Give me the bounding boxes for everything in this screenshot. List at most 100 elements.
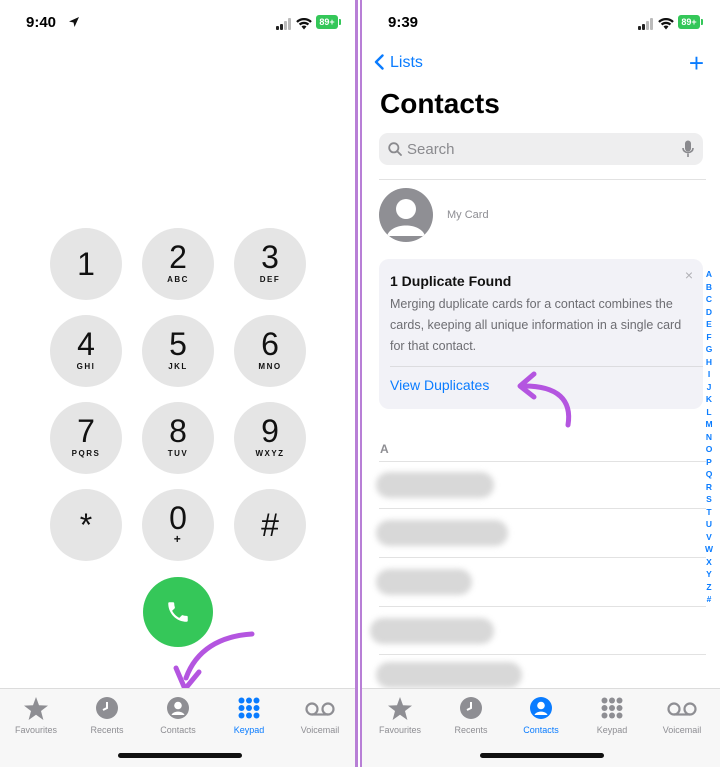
- index-letter[interactable]: U: [703, 518, 715, 531]
- index-letter[interactable]: A: [703, 268, 715, 281]
- tab-voicemail[interactable]: Voicemail: [647, 695, 717, 735]
- tab-recents[interactable]: Recents: [72, 695, 142, 735]
- location-arrow-icon: [69, 17, 79, 27]
- section-header-a: A: [380, 442, 389, 456]
- key-2[interactable]: 2 ABC: [142, 228, 214, 300]
- microphone-icon[interactable]: [682, 140, 694, 158]
- key-8[interactable]: 8 TUV: [142, 402, 214, 474]
- index-letter[interactable]: V: [703, 531, 715, 544]
- tab-favourites[interactable]: Favourites: [365, 695, 435, 735]
- tab-recents[interactable]: Recents: [436, 695, 506, 735]
- key-star[interactable]: *: [50, 489, 122, 561]
- search-icon: [388, 142, 402, 156]
- tab-bar: Favourites Recents Contacts Keypad Voice…: [362, 688, 720, 767]
- index-letter[interactable]: D: [703, 306, 715, 319]
- status-time: 9:39: [388, 14, 419, 31]
- contact-row-blurred[interactable]: [376, 472, 494, 498]
- index-letter[interactable]: K: [703, 393, 715, 406]
- back-button[interactable]: Lists: [374, 54, 423, 72]
- key-4[interactable]: 4 GHI: [50, 315, 122, 387]
- back-label: Lists: [390, 54, 423, 71]
- tab-keypad[interactable]: Keypad: [577, 695, 647, 735]
- index-letter[interactable]: I: [703, 368, 715, 381]
- key-7[interactable]: 7 PQRS: [50, 402, 122, 474]
- clock-icon: [96, 697, 118, 719]
- annotation-arrow: [173, 631, 255, 692]
- chevron-left-icon: [374, 54, 384, 70]
- contact-row-blurred[interactable]: [376, 662, 522, 688]
- key-5[interactable]: 5 JKL: [142, 315, 214, 387]
- wifi-icon: [658, 18, 674, 30]
- index-letter[interactable]: L: [703, 406, 715, 419]
- index-letter[interactable]: #: [703, 593, 715, 606]
- tab-voicemail[interactable]: Voicemail: [285, 695, 355, 735]
- index-letter[interactable]: P: [703, 456, 715, 469]
- index-letter[interactable]: X: [703, 556, 715, 569]
- status-time: 9:40: [26, 14, 57, 31]
- index-letter[interactable]: G: [703, 343, 715, 356]
- status-bar: 9:39 89+: [362, 14, 720, 34]
- tab-contacts[interactable]: Contacts: [143, 695, 213, 735]
- search-placeholder: Search: [407, 141, 455, 158]
- person-silhouette-icon: [387, 199, 425, 236]
- index-letter[interactable]: E: [703, 318, 715, 331]
- index-letter[interactable]: J: [703, 381, 715, 394]
- index-letter[interactable]: Y: [703, 568, 715, 581]
- index-letter[interactable]: M: [703, 418, 715, 431]
- view-duplicates-link[interactable]: View Duplicates: [390, 377, 489, 393]
- voicemail-icon: [667, 702, 697, 716]
- star-icon: [388, 697, 412, 720]
- person-circle-icon: [530, 697, 552, 719]
- avatar[interactable]: [379, 188, 433, 242]
- annotation-arrow: [517, 371, 572, 428]
- key-9[interactable]: 9 WXYZ: [234, 402, 306, 474]
- keypad-grid-icon: [238, 697, 260, 719]
- index-letter[interactable]: C: [703, 293, 715, 306]
- clock-icon: [460, 697, 482, 719]
- voicemail-icon: [305, 702, 335, 716]
- divider: [379, 606, 706, 607]
- close-icon[interactable]: ×: [685, 267, 693, 283]
- duplicate-title: 1 Duplicate Found: [390, 273, 512, 289]
- my-card-label[interactable]: My Card: [447, 209, 489, 221]
- index-letter[interactable]: S: [703, 493, 715, 506]
- index-letter[interactable]: Z: [703, 581, 715, 594]
- keypad-screen: 9:40 89+ 1 2 ABC 3 DEF 4 GHI 5 JKL 6 MNO 7 PQR…: [0, 0, 356, 767]
- key-0[interactable]: 0 +: [142, 489, 214, 561]
- alphabet-index[interactable]: A B C D E F G H I J K L M N O P Q R S T U V W X Y Z #: [703, 268, 715, 606]
- tab-keypad[interactable]: Keypad: [214, 695, 284, 735]
- divider-line: [355, 0, 358, 767]
- tab-favourites[interactable]: Favourites: [1, 695, 71, 735]
- index-letter[interactable]: H: [703, 356, 715, 369]
- phone-icon: [168, 602, 188, 622]
- add-contact-button[interactable]: +: [689, 50, 704, 76]
- battery-indicator: 89+: [316, 15, 341, 29]
- home-indicator: [480, 753, 604, 758]
- tab-bar: Favourites Recents Contacts Keypad Voice…: [0, 688, 356, 767]
- index-letter[interactable]: T: [703, 506, 715, 519]
- key-6[interactable]: 6 MNO: [234, 315, 306, 387]
- divider: [379, 179, 706, 180]
- key-hash[interactable]: #: [234, 489, 306, 561]
- contacts-screen: 9:39 89+ Lists + Contacts Search My Card…: [362, 0, 720, 767]
- star-icon: [24, 697, 48, 720]
- contact-row-blurred[interactable]: [376, 520, 508, 546]
- key-1[interactable]: 1: [50, 228, 122, 300]
- index-letter[interactable]: F: [703, 331, 715, 344]
- contact-row-blurred[interactable]: [370, 618, 494, 644]
- search-input[interactable]: Search: [379, 133, 703, 165]
- divider: [379, 654, 706, 655]
- status-bar: 9:40 89+: [0, 14, 356, 34]
- key-3[interactable]: 3 DEF: [234, 228, 306, 300]
- index-letter[interactable]: W: [703, 543, 715, 556]
- battery-indicator: 89+: [678, 15, 703, 29]
- index-letter[interactable]: B: [703, 281, 715, 294]
- divider: [379, 508, 706, 509]
- index-letter[interactable]: N: [703, 431, 715, 444]
- person-circle-icon: [167, 697, 189, 719]
- index-letter[interactable]: O: [703, 443, 715, 456]
- tab-contacts[interactable]: Contacts: [506, 695, 576, 735]
- contact-row-blurred[interactable]: [376, 569, 472, 595]
- index-letter[interactable]: Q: [703, 468, 715, 481]
- index-letter[interactable]: R: [703, 481, 715, 494]
